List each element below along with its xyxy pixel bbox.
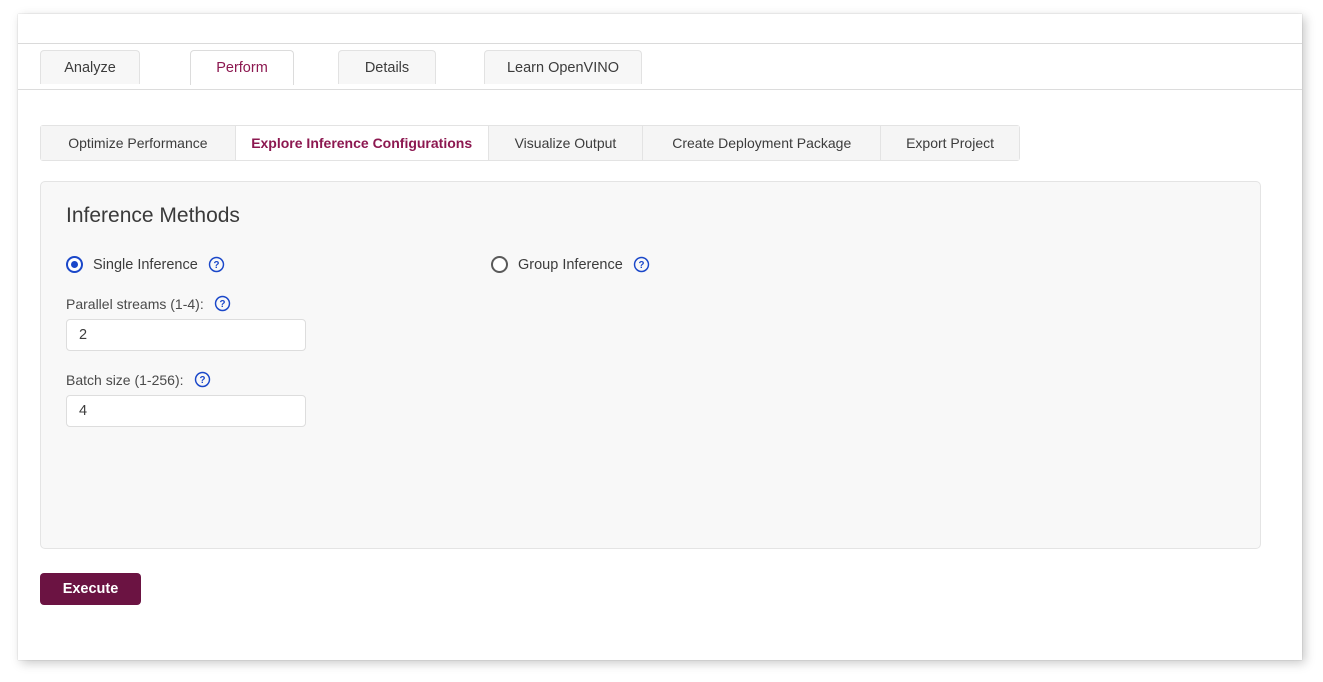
radio-group-inference-icon[interactable] [491,256,508,273]
subtab-export-project[interactable]: Export Project [881,126,1019,160]
window-header-bar [18,14,1302,44]
help-circle-icon-single-inference[interactable]: ? [208,256,225,273]
help-circle-icon-batch-size[interactable]: ? [194,371,211,388]
tab-analyze[interactable]: Analyze [40,50,140,84]
inference-method-radio-group: Single Inference ? Group Inference ? [66,256,1235,273]
radio-single-inference-icon[interactable] [66,256,83,273]
field-batch-size-label-row: Batch size (1-256): ? [66,371,1235,388]
inference-methods-panel: Inference Methods Single Inference ? Gro… [40,181,1261,549]
tab-learn-openvino-label: Learn OpenVINO [506,60,620,76]
subtab-export-project-label: Export Project [906,135,995,151]
primary-tab-bar: Analyze Perform Details Learn OpenVINO [18,44,1302,90]
field-parallel-streams-label-row: Parallel streams (1-4): ? [66,295,1235,312]
svg-text:?: ? [199,375,205,386]
execute-button[interactable]: Execute [40,573,141,605]
tab-perform-label: Perform [216,60,268,76]
field-parallel-streams-label: Parallel streams (1-4): [66,295,204,312]
tab-learn-openvino[interactable]: Learn OpenVINO [484,50,642,84]
field-batch-size: Batch size (1-256): ? [66,371,1235,427]
field-batch-size-label: Batch size (1-256): [66,371,184,388]
subtab-visualize-output[interactable]: Visualize Output [488,126,644,160]
field-parallel-streams: Parallel streams (1-4): ? [66,295,1235,351]
subtab-visualize-output-label: Visualize Output [514,135,617,151]
secondary-tab-bar: Optimize Performance Explore Inference C… [40,125,1020,161]
subtab-explore-inference-configurations[interactable]: Explore Inference Configurations [235,126,489,160]
radio-option-single-inference[interactable]: Single Inference ? [66,256,491,273]
subtab-optimize-performance-label: Optimize Performance [68,135,208,151]
application-window: Analyze Perform Details Learn OpenVINO O… [18,14,1302,660]
tab-analyze-label: Analyze [64,60,116,76]
radio-group-inference-label: Group Inference [518,256,623,273]
batch-size-input[interactable] [66,395,306,427]
radio-option-group-inference[interactable]: Group Inference ? [491,256,650,273]
panel-title: Inference Methods [66,204,240,227]
svg-text:?: ? [219,299,225,310]
help-circle-icon-group-inference[interactable]: ? [633,256,650,273]
tab-details-label: Details [364,60,410,76]
parallel-streams-input[interactable] [66,319,306,351]
radio-single-inference-label: Single Inference [93,256,198,273]
help-circle-icon-parallel-streams[interactable]: ? [214,295,231,312]
tab-details[interactable]: Details [338,50,436,84]
subtab-create-deployment-package-label: Create Deployment Package [672,135,852,151]
svg-text:?: ? [213,260,219,271]
subtab-create-deployment-package[interactable]: Create Deployment Package [643,126,882,160]
subtab-optimize-performance[interactable]: Optimize Performance [41,126,236,160]
svg-text:?: ? [638,260,644,271]
tab-perform[interactable]: Perform [190,50,294,85]
subtab-explore-inference-configurations-label: Explore Inference Configurations [251,135,473,151]
